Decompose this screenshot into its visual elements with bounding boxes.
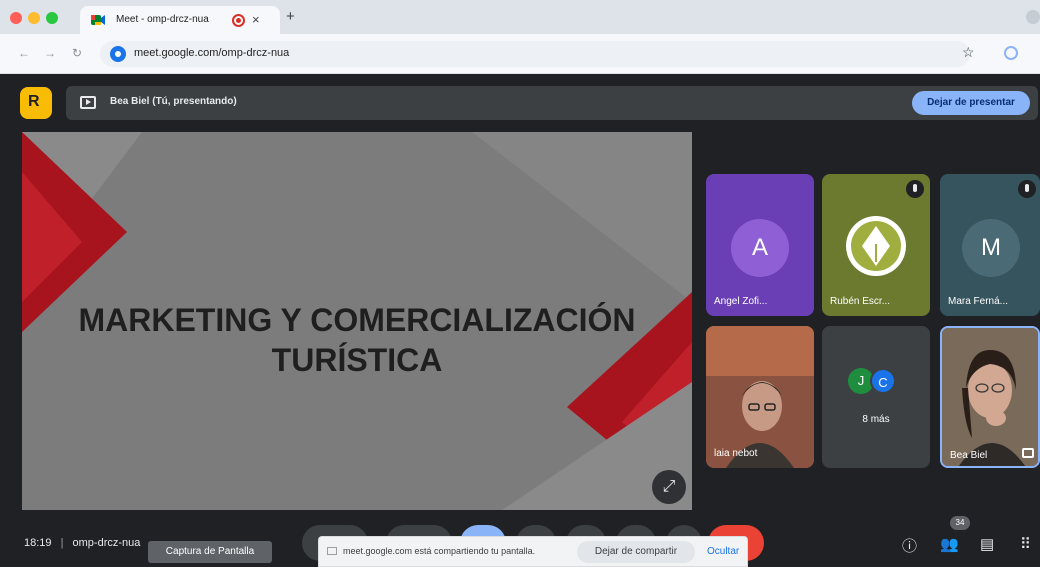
separator: | xyxy=(60,537,64,549)
stop-presenting-button[interactable]: Dejar de presentar xyxy=(912,91,1030,115)
activities-icon[interactable]: ⠿ xyxy=(1020,535,1031,553)
profile-icon[interactable] xyxy=(1004,46,1018,60)
participant-name: Rubén Escr... xyxy=(830,296,891,307)
screenshot-tooltip: Captura de Pantalla xyxy=(148,541,272,563)
stop-sharing-button[interactable]: Dejar de compartir xyxy=(577,541,695,563)
share-banner-text: meet.google.com está compartiendo tu pan… xyxy=(343,546,536,556)
maximize-window-button[interactable] xyxy=(46,12,58,24)
meeting-info: 18:19 | omp-drcz-nua xyxy=(24,537,140,549)
info-icon[interactable]: ⓘ xyxy=(902,535,917,556)
chat-icon[interactable]: ▤ xyxy=(980,535,994,553)
mic-off-icon xyxy=(1018,180,1036,198)
close-window-button[interactable] xyxy=(10,12,22,24)
share-screen-icon xyxy=(327,547,337,555)
bookmark-star-icon[interactable]: ☆ xyxy=(962,44,975,61)
site-info-icon[interactable] xyxy=(110,46,126,62)
tab-title: Meet - omp-drcz-nua xyxy=(116,14,209,25)
meet-logo-letter: R xyxy=(28,93,40,110)
participant-name: Mara Ferná... xyxy=(948,296,1009,307)
meet-logo: R xyxy=(20,87,52,119)
presenting-bar: Bea Biel (Tú, presentando) Dejar de pres… xyxy=(66,86,1038,120)
tab-close-icon[interactable]: × xyxy=(252,12,260,27)
participant-name: Bea Biel xyxy=(950,450,988,461)
presenting-label: Bea Biel (Tú, presentando) xyxy=(110,96,237,107)
people-icon[interactable]: 👥 xyxy=(940,535,959,553)
participant-tile-angel[interactable]: A Angel Zofi... xyxy=(706,174,814,316)
participant-tile-more[interactable]: J C 8 más xyxy=(822,326,930,468)
meet-favicon-icon xyxy=(91,15,105,25)
recording-indicator-icon xyxy=(232,14,245,27)
hide-banner-link[interactable]: Ocultar xyxy=(707,546,739,557)
reload-icon[interactable]: ↻ xyxy=(72,46,82,60)
participant-tile-mara[interactable]: M Mara Ferná... xyxy=(940,174,1040,316)
new-tab-button[interactable]: + xyxy=(286,8,295,25)
present-icon xyxy=(80,96,96,109)
people-count-badge: 34 xyxy=(950,516,970,530)
browser-tab-meet[interactable]: Meet - omp-drcz-nua × xyxy=(80,6,280,34)
forward-arrow-icon[interactable]: → xyxy=(44,46,56,60)
meeting-time: 18:19 xyxy=(24,537,52,549)
more-participants-label: 8 más xyxy=(862,414,890,425)
avatar: A xyxy=(731,219,789,277)
speaking-indicator-icon xyxy=(906,180,924,198)
pin-icon[interactable] xyxy=(1022,448,1034,458)
participant-name: Angel Zofi... xyxy=(714,296,768,307)
tab-search-icon[interactable] xyxy=(1026,10,1040,24)
slide-title: MARKETING Y COMERCIALIZACIÓN TURÍSTICA xyxy=(22,300,692,380)
shared-slide: MARKETING Y COMERCIALIZACIÓN TURÍSTICA xyxy=(22,132,692,510)
avatar xyxy=(846,216,906,276)
participant-tile-bea[interactable]: Bea Biel xyxy=(940,326,1040,468)
fullscreen-icon[interactable]: ⤢ xyxy=(652,470,686,504)
slide-title-line1: MARKETING Y COMERCIALIZACIÓN xyxy=(78,302,636,338)
browser-tab-bar: Meet - omp-drcz-nua × + xyxy=(0,0,1040,34)
browser-address-bar: ← → ↻ meet.google.com/omp-drcz-nua xyxy=(0,34,1040,74)
url-omnibox[interactable]: meet.google.com/omp-drcz-nua xyxy=(100,41,970,67)
screen-share-banner: meet.google.com está compartiendo tu pan… xyxy=(318,536,748,567)
avatar: C xyxy=(870,368,896,394)
url-text[interactable]: meet.google.com/omp-drcz-nua xyxy=(134,47,289,59)
minimize-window-button[interactable] xyxy=(28,12,40,24)
video-feed xyxy=(706,326,814,468)
avatar: M xyxy=(962,219,1020,277)
participant-name: laia nebot xyxy=(714,448,758,459)
participant-tile-ruben[interactable]: Rubén Escr... xyxy=(822,174,930,316)
meeting-code: omp-drcz-nua xyxy=(72,537,141,549)
back-arrow-icon[interactable]: ← xyxy=(18,46,30,60)
participant-tile-laia[interactable]: laia nebot xyxy=(706,326,814,468)
video-feed xyxy=(942,328,1038,466)
slide-title-line2: TURÍSTICA xyxy=(271,342,443,378)
